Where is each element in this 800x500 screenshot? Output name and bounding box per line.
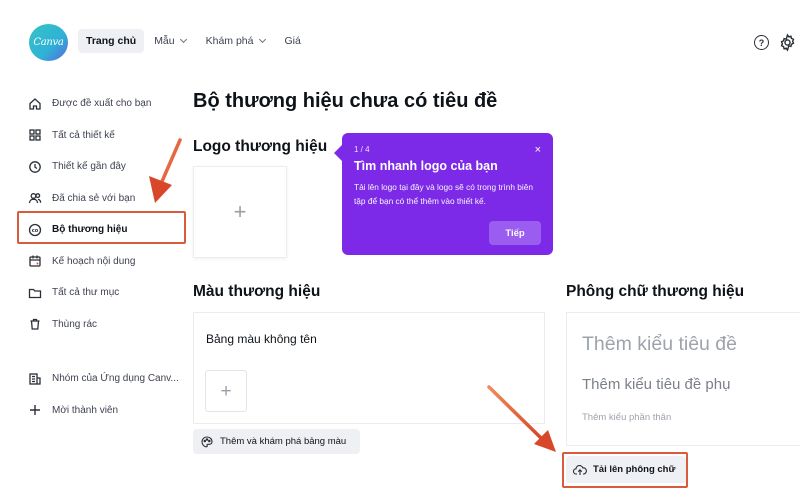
sidebar-item-shared[interactable]: Đã chia sẻ với bạn xyxy=(20,183,188,215)
add-color-button[interactable]: + xyxy=(205,370,247,412)
subheading-style[interactable]: Thêm kiểu tiêu đề phụ xyxy=(582,376,730,393)
font-section-title: Phông chữ thương hiệu xyxy=(566,283,745,300)
plus-icon: + xyxy=(233,199,247,224)
palette-card: Bảng màu không tên + xyxy=(193,312,545,424)
nav-discover[interactable]: Khám phá xyxy=(196,29,275,53)
gear-icon[interactable] xyxy=(778,33,797,52)
palette-name[interactable]: Bảng màu không tên xyxy=(206,332,317,346)
body-style[interactable]: Thêm kiểu phần thân xyxy=(582,412,671,423)
sidebar-item-trash[interactable]: Thùng rác xyxy=(20,309,188,341)
chevron-down-icon xyxy=(258,35,266,43)
question-circle-icon[interactable]: ? xyxy=(754,35,769,50)
sidebar-item-all-designs[interactable]: Tất cả thiết kế xyxy=(20,120,188,152)
nav-pricing[interactable]: Giá xyxy=(275,29,311,53)
sidebar-item-team[interactable]: Nhóm của Ứng dụng Canv... xyxy=(20,363,188,395)
sidebar-item-recent[interactable]: Thiết kế gần đây xyxy=(20,151,188,183)
nav-home[interactable]: Trang chủ xyxy=(78,29,145,53)
heading-style[interactable]: Thêm kiểu tiêu đề xyxy=(582,333,737,356)
palette-icon xyxy=(201,435,213,447)
add-logo-button[interactable]: + xyxy=(193,166,287,258)
sidebar-item-recommended[interactable]: Được đề xuất cho bạn xyxy=(20,88,188,120)
explore-palettes-button[interactable]: Thêm và khám phá bảng màu xyxy=(193,429,360,454)
plus-icon xyxy=(28,403,42,417)
main-nav: Trang chủ Mẫu Khám phá Giá xyxy=(78,29,311,53)
page-title[interactable]: Bộ thương hiệu chưa có tiêu đề xyxy=(193,90,497,113)
users-icon xyxy=(28,191,42,205)
tooltip-title: Tìm nhanh logo của bạn xyxy=(354,159,498,173)
grid-icon xyxy=(28,128,42,142)
sidebar-item-content-planner[interactable]: Kế hoạch nội dung xyxy=(20,246,188,278)
brand-kit-highlight xyxy=(17,211,186,244)
font-card: Thêm kiểu tiêu đề Thêm kiểu tiêu đề phụ … xyxy=(566,312,800,446)
building-icon xyxy=(28,372,42,386)
tooltip-step: 1 / 4 xyxy=(354,145,370,154)
close-icon[interactable]: × xyxy=(535,145,541,156)
folder-icon xyxy=(28,286,42,300)
canva-logo[interactable]: Canva xyxy=(29,24,68,61)
plus-icon: + xyxy=(220,380,232,402)
onboarding-tooltip: 1 / 4 × Tìm nhanh logo của bạn Tải lên l… xyxy=(334,133,553,255)
sidebar: Được đề xuất cho bạn Tất cả thiết kế Thi… xyxy=(20,88,188,426)
logo-section-title: Logo thương hiệu xyxy=(193,138,328,155)
nav-templates[interactable]: Mẫu xyxy=(144,29,195,53)
sidebar-item-folders[interactable]: Tất cả thư mục xyxy=(20,277,188,309)
top-bar: Canva Trang chủ Mẫu Khám phá Giá ? xyxy=(0,0,800,78)
clock-icon xyxy=(28,160,42,174)
upload-font-highlight xyxy=(562,452,688,488)
chevron-down-icon xyxy=(179,35,187,43)
next-button[interactable]: Tiếp xyxy=(489,221,541,245)
tooltip-body: Tải lên logo tại đây và logo sẽ có trong… xyxy=(354,182,533,206)
trash-icon xyxy=(28,317,42,331)
sidebar-item-invite[interactable]: Mời thành viên xyxy=(20,395,188,427)
home-icon xyxy=(28,97,42,111)
color-section-title: Màu thương hiệu xyxy=(193,283,321,300)
calendar-icon xyxy=(28,254,42,268)
